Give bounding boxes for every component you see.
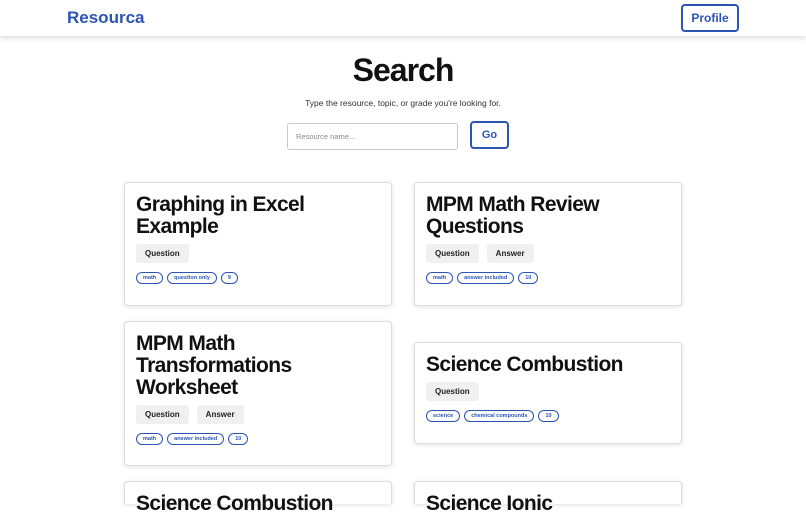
answer-type-button[interactable]: Answer <box>486 244 534 263</box>
card-types: Question <box>426 382 670 401</box>
resource-card[interactable]: Science Combustion Question science chem… <box>414 342 682 444</box>
search-subtitle: Type the resource, topic, or grade you'r… <box>305 98 501 108</box>
resource-card[interactable]: Science Ionic <box>414 481 682 515</box>
card-title: MPM Math Transformations Worksheet <box>136 332 292 399</box>
tag[interactable]: 10 <box>538 410 559 422</box>
resource-card[interactable]: Graphing in Excel Example Question math … <box>124 182 392 306</box>
tag[interactable]: 9 <box>220 272 238 284</box>
tag[interactable]: math <box>136 272 164 284</box>
question-type-button[interactable]: Question <box>136 405 189 424</box>
page-title: Search <box>352 52 455 88</box>
resource-card[interactable]: MPM Math Review Questions Question Answe… <box>414 182 682 306</box>
tag[interactable]: question only <box>167 272 217 284</box>
card-types: Question Answer <box>136 405 380 424</box>
card-title: Graphing in Excel Example <box>136 193 305 238</box>
profile-button[interactable]: Profile <box>681 4 739 32</box>
question-type-button[interactable]: Question <box>136 244 189 263</box>
card-types: Question Answer <box>426 244 670 263</box>
card-tags: math answer included 10 <box>136 433 380 445</box>
brand-logo[interactable]: Resourca <box>67 8 144 28</box>
navbar: Resourca Profile <box>0 0 806 36</box>
card-types: Question <box>136 244 380 263</box>
tag[interactable]: chemical compounds <box>464 410 535 422</box>
card-tags: science chemical compounds 10 <box>426 410 670 422</box>
tag[interactable]: 10 <box>518 272 539 284</box>
resource-card[interactable]: Science Combustion <box>124 481 392 515</box>
tag[interactable]: answer included <box>167 433 225 445</box>
go-button[interactable]: Go <box>470 121 509 149</box>
question-type-button[interactable]: Question <box>426 244 479 263</box>
tag[interactable]: math <box>136 433 164 445</box>
card-tags: math answer included 10 <box>426 272 670 284</box>
card-title: Science Combustion <box>426 353 624 376</box>
resource-card[interactable]: MPM Math Transformations Worksheet Quest… <box>124 321 392 466</box>
answer-type-button[interactable]: Answer <box>196 405 244 424</box>
tag[interactable]: answer included <box>457 272 515 284</box>
card-tags: math question only 9 <box>136 272 380 284</box>
search-input[interactable] <box>287 123 458 150</box>
card-title: Science Ionic <box>426 492 553 515</box>
tag[interactable]: science <box>426 410 461 422</box>
card-title: Science Combustion <box>136 492 334 515</box>
tag[interactable]: math <box>426 272 454 284</box>
question-type-button[interactable]: Question <box>426 382 479 401</box>
tag[interactable]: 10 <box>228 433 249 445</box>
card-title: MPM Math Review Questions <box>426 193 600 238</box>
